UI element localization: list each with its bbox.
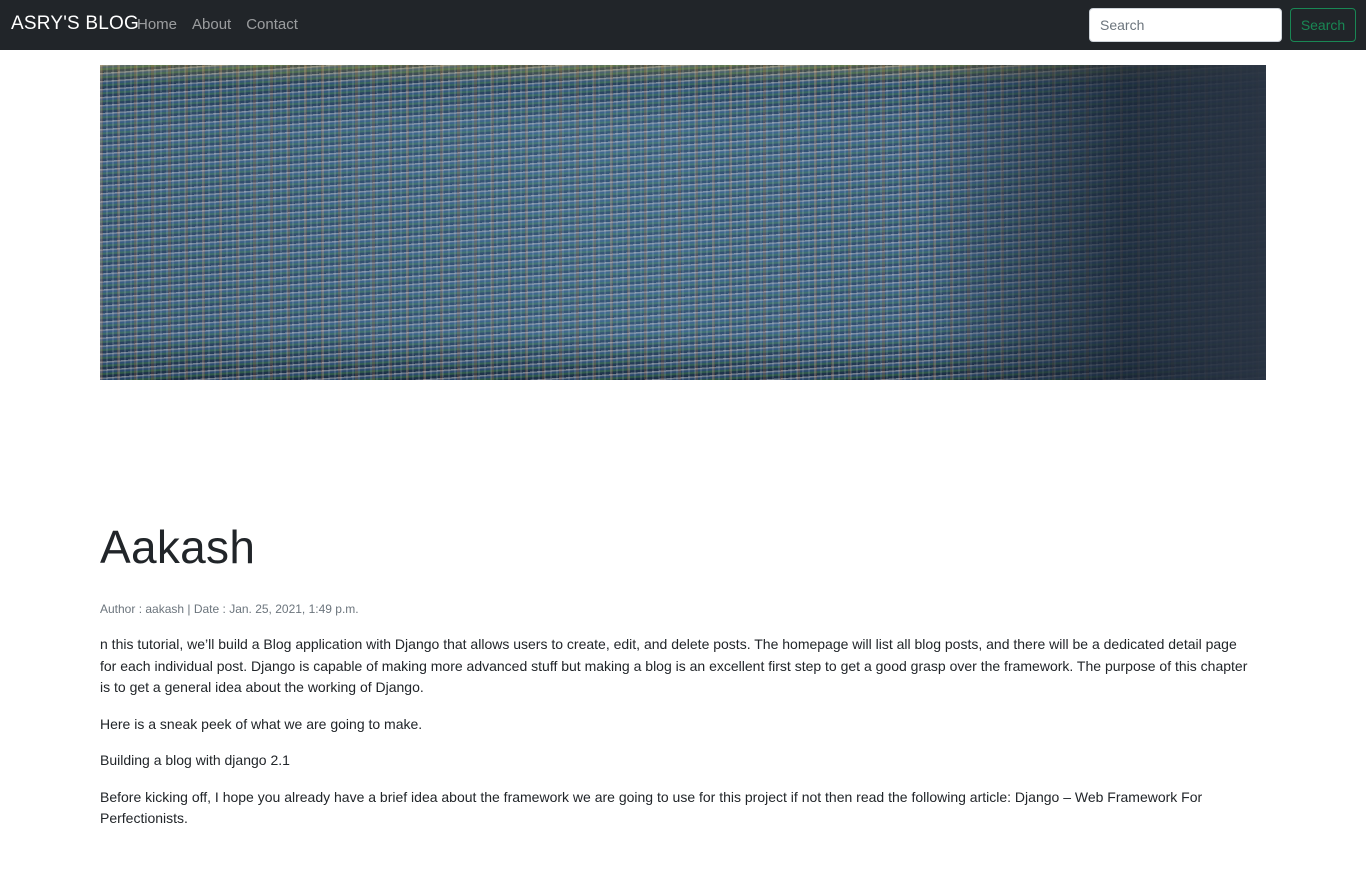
post-title: Aakash — [100, 521, 256, 573]
top-navbar: ASRY'S BLOG Home About Contact Search — [0, 0, 1366, 50]
nav-link-home[interactable]: Home — [137, 16, 177, 33]
nav-link-about[interactable]: About — [192, 16, 231, 33]
nav-links: Home About Contact — [137, 16, 298, 33]
post-meta: Author : aakash | Date : Jan. 25, 2021, … — [100, 602, 359, 616]
nav-link-contact[interactable]: Contact — [246, 16, 298, 33]
hero-image — [100, 65, 1266, 380]
post-paragraph: Before kicking off, I hope you already h… — [100, 788, 1203, 827]
search-form: Search — [1089, 8, 1356, 42]
post-paragraph: Building a blog with django 2.1 — [100, 752, 290, 768]
hero-image-fade — [100, 65, 1266, 380]
search-button[interactable]: Search — [1290, 8, 1356, 42]
post-paragraph: n this tutorial, we’ll build a Blog appl… — [100, 636, 1248, 695]
post-body: n this tutorial, we’ll build a Blog appl… — [100, 634, 1250, 845]
brand-logo-link[interactable]: ASRY'S BLOG — [11, 13, 139, 35]
post-paragraph: Here is a sneak peek of what we are goin… — [100, 715, 423, 732]
search-input[interactable] — [1089, 8, 1282, 42]
